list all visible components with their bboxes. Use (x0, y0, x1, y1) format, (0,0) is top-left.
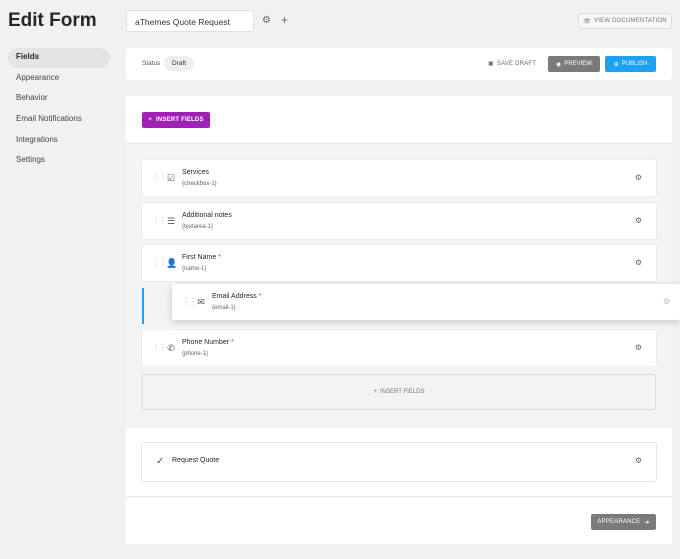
field-id: {textarea-1} (182, 224, 214, 230)
insert-fields-button[interactable]: + INSERT FIELDS (142, 112, 210, 128)
sidebar-item-appearance[interactable]: Appearance (8, 69, 110, 89)
drag-handle-icon[interactable]: ⋮⋮ (152, 343, 167, 352)
globe-icon: ⊕ (613, 61, 619, 68)
eye-icon: 👁 (583, 18, 592, 25)
status-badge: Draft (164, 56, 195, 71)
appearance-label: APPEARANCE (597, 519, 641, 525)
insert-fields-section: + INSERT FIELDS (126, 96, 672, 144)
field-id: {phone-1} (182, 351, 209, 357)
sidebar-item-fields[interactable]: Fields (8, 48, 110, 68)
save-draft-button[interactable]: ▣ SAVE DRAFT (488, 60, 537, 68)
field-row-first-name[interactable]: ⋮⋮ 👤 First Name * {name-1} ⚙ (142, 245, 656, 281)
status-label: Status (142, 60, 161, 67)
field-row-services[interactable]: ⋮⋮ ☑ Services {checkbox-1} ⚙ (142, 160, 656, 196)
view-documentation-label: VIEW DOCUMENTATION (594, 18, 667, 24)
submit-settings-gear-icon[interactable]: ⚙ (635, 456, 642, 465)
eye-icon: ◉ (556, 61, 562, 68)
submit-button-row[interactable]: ✓ Request Quote ⚙ (142, 443, 656, 481)
required-marker: * (231, 339, 234, 346)
next-appearance-button[interactable]: APPEARANCE ➜ (591, 514, 656, 530)
required-marker: * (218, 254, 221, 261)
drag-handle-icon[interactable]: ⋮⋮ (152, 173, 167, 182)
person-icon: 👤 (166, 258, 178, 268)
canvas-footer: APPEARANCE ➜ (126, 496, 672, 544)
save-draft-label: SAVE DRAFT (496, 60, 537, 67)
field-id: {name-1} (182, 266, 207, 272)
field-label: Email Address * (212, 293, 262, 300)
sidebar-item-email-notifications[interactable]: Email Notifications (8, 110, 110, 130)
textarea-icon: ☰ (166, 216, 176, 226)
field-settings-gear-icon[interactable]: ⚙ (635, 216, 642, 225)
field-label: Phone Number * (182, 339, 234, 346)
form-canvas: + INSERT FIELDS ⋮⋮ ☑ Services {checkbox-… (126, 96, 672, 544)
publish-label: PUBLISH (621, 61, 648, 67)
dragging-field-email-address[interactable]: ⋮⋮ ✉ Email Address * {email-1} ⚙ (172, 284, 680, 320)
insert-fields-dropzone[interactable]: + INSERT FIELDS (142, 374, 656, 410)
field-row-phone-number[interactable]: ⋮⋮ ✆ Phone Number * {phone-1} ⚙ (142, 330, 656, 366)
save-icon: ▣ (488, 61, 494, 67)
sidebar: Fields Appearance Behavior Email Notific… (8, 48, 110, 172)
insert-fields-dropzone-label: INSERT FIELDS (380, 389, 425, 395)
form-name-input[interactable]: aThemes Quote Request (126, 10, 254, 32)
sidebar-item-settings[interactable]: Settings (8, 151, 110, 171)
field-id: {checkbox-1} (182, 181, 217, 187)
submit-label: Request Quote (172, 457, 220, 464)
field-settings-gear-icon[interactable]: ⚙ (635, 343, 642, 352)
field-row-additional-notes[interactable]: ⋮⋮ ☰ Additional notes {textarea-1} ⚙ (142, 203, 656, 239)
drag-handle-icon[interactable]: ⋮⋮ (152, 258, 167, 267)
field-settings-gear-icon[interactable]: ⚙ (635, 258, 642, 267)
required-marker: * (258, 293, 262, 300)
drop-indicator (142, 288, 144, 324)
drag-handle-icon[interactable]: ⋮⋮ (182, 297, 197, 306)
sidebar-item-integrations[interactable]: Integrations (8, 131, 110, 151)
plus-icon: + (148, 117, 153, 123)
checkmark-icon: ✓ (156, 456, 165, 467)
insert-fields-label: INSERT FIELDS (156, 117, 204, 123)
phone-icon: ✆ (167, 343, 175, 353)
drag-handle-icon[interactable]: ⋮⋮ (152, 216, 167, 225)
plus-icon: + (373, 389, 378, 395)
field-id: {email-1} (212, 305, 236, 311)
field-label: Services (182, 169, 209, 176)
field-settings-gear-icon[interactable]: ⚙ (635, 173, 642, 182)
envelope-icon: ✉ (197, 297, 205, 307)
preview-label: PREVIEW (564, 61, 592, 67)
field-settings-gear-icon[interactable]: ⚙ (663, 297, 670, 306)
page-title: Edit Form (8, 10, 97, 31)
view-documentation-button[interactable]: 👁 VIEW DOCUMENTATION (578, 13, 672, 29)
checkbox-icon: ☑ (166, 173, 176, 183)
form-settings-gear-icon[interactable]: ⚙ (262, 15, 271, 26)
add-form-plus-icon[interactable]: + (281, 13, 288, 27)
field-label: First Name * (182, 254, 221, 261)
preview-button[interactable]: ◉ PREVIEW (548, 56, 600, 72)
status-bar: Status Draft ▣ SAVE DRAFT ◉ PREVIEW ⊕ PU… (126, 48, 672, 80)
arrow-right-icon: ➜ (644, 519, 650, 526)
publish-button[interactable]: ⊕ PUBLISH (605, 56, 656, 72)
sidebar-item-behavior[interactable]: Behavior (8, 89, 110, 109)
field-label: Additional notes (182, 212, 232, 219)
